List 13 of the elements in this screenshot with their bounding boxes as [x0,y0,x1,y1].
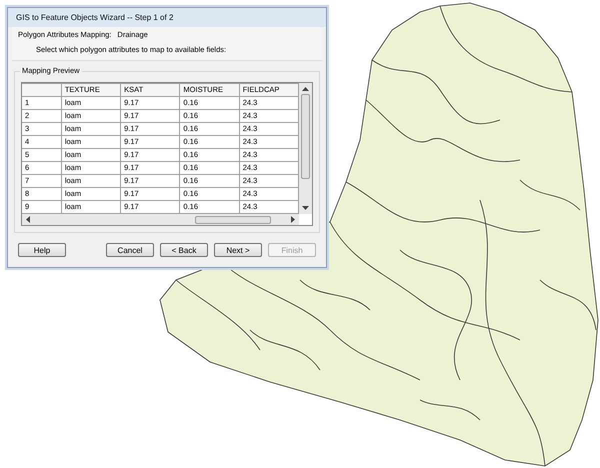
dialog-button[interactable]: < Back [160,243,208,257]
vertical-scrollbar[interactable] [299,83,312,214]
horizontal-scrollbar[interactable] [22,214,299,225]
scroll-left-icon[interactable] [26,216,30,223]
dialog-button[interactable]: Cancel [106,243,154,257]
dialog-button[interactable]: Help [18,243,66,257]
window-title: GIS to Feature Objects Wizard -- Step 1 of 2 [8,8,326,27]
scroll-down-icon[interactable] [302,206,309,210]
scroll-thumb[interactable] [301,94,310,179]
dialog-button[interactable]: Next > [214,243,262,257]
scroll-up-icon[interactable] [302,87,309,91]
scroll-right-icon[interactable] [291,216,295,223]
scroll-thumb[interactable] [195,216,271,224]
